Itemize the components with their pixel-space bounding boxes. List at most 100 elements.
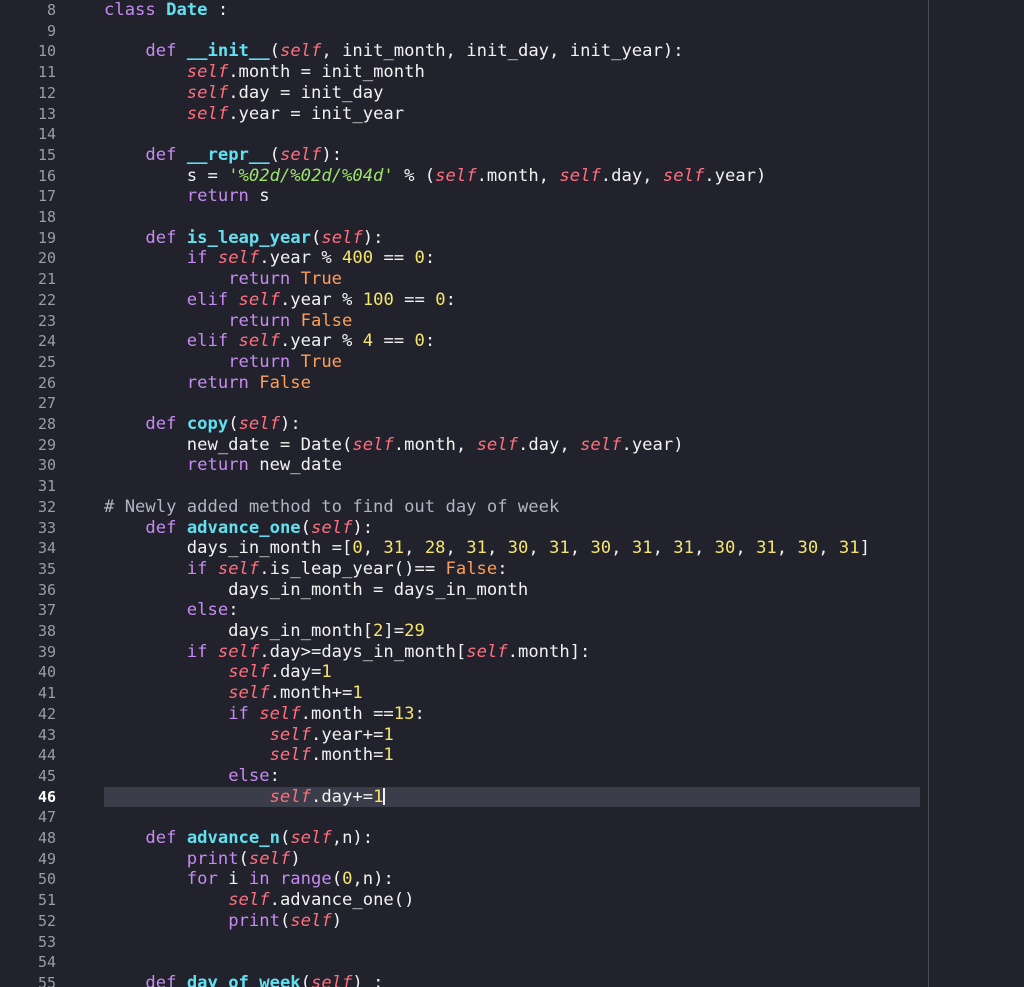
code-line[interactable]: def copy(self):	[104, 414, 300, 435]
code-area[interactable]: class Date : def __init__(self, init_mon…	[104, 0, 924, 987]
code-token: self	[217, 558, 260, 579]
code-line[interactable]: def day_of_week(self) :	[104, 973, 383, 987]
code-token: # Newly added method to find out day of …	[104, 496, 560, 517]
code-token: .year)	[704, 165, 767, 186]
code-token: self	[311, 517, 353, 538]
code-line[interactable]: def advance_n(self,n):	[104, 828, 373, 849]
line-number: 33	[37, 518, 56, 537]
code-line[interactable]: return new_date	[104, 455, 342, 476]
code-token: False	[259, 372, 311, 393]
code-line[interactable]: else:	[104, 766, 280, 787]
code-token: .month,	[393, 434, 477, 455]
code-line[interactable]: def is_leap_year(self):	[104, 228, 383, 249]
code-line[interactable]: else:	[104, 600, 239, 621]
code-token: self	[559, 165, 601, 186]
code-line[interactable]: return False	[104, 311, 352, 332]
code-line[interactable]: days_in_month[2]=29	[104, 621, 425, 642]
current-code-line[interactable]: self.day+=1	[104, 786, 920, 808]
line-number: 21	[37, 270, 56, 289]
code-token: 2	[373, 621, 384, 641]
code-line[interactable]: return True	[104, 352, 342, 373]
code-token: ,	[404, 538, 425, 559]
code-line[interactable]: print(self)	[104, 911, 342, 932]
code-token: self	[228, 683, 270, 704]
code-line[interactable]: return s	[104, 186, 270, 207]
code-line[interactable]: self.month = init_month	[104, 62, 425, 83]
code-line[interactable]: def __init__(self, init_month, init_day,…	[104, 41, 684, 62]
code-line[interactable]: # Newly added method to find out day of …	[104, 497, 559, 518]
code-line[interactable]: days_in_month = days_in_month	[104, 580, 528, 601]
line-number: 49	[37, 849, 56, 868]
code-token: .year = init_year	[228, 103, 405, 124]
code-line[interactable]: def __repr__(self):	[104, 145, 342, 166]
code-token: .day=	[269, 662, 322, 683]
code-token: return	[186, 372, 260, 393]
code-line[interactable]: elif self.year % 100 == 0:	[104, 290, 456, 311]
line-number: 41	[37, 684, 56, 703]
code-token: 0	[352, 538, 363, 559]
code-token: 31	[756, 538, 777, 559]
line-number: 48	[37, 829, 56, 847]
code-line[interactable]: return False	[104, 373, 311, 394]
code-token: ):	[362, 227, 384, 248]
code-line[interactable]: days_in_month =[0, 31, 28, 31, 30, 31, 3…	[104, 538, 870, 559]
code-line[interactable]: return True	[104, 269, 342, 290]
code-token: False	[300, 310, 353, 331]
code-token: self	[259, 703, 301, 724]
code-token: range	[279, 869, 332, 890]
code-token: True	[300, 351, 343, 372]
code-line[interactable]: self.day = init_day	[104, 83, 384, 104]
code-token: in	[248, 869, 270, 890]
code-token: ,	[528, 538, 550, 559]
code-token: :	[414, 703, 425, 724]
code-line[interactable]: self.day=1	[104, 662, 332, 683]
line-number: 35	[37, 559, 56, 578]
line-number: 37	[37, 601, 56, 620]
code-line[interactable]: self.month+=1	[104, 683, 363, 704]
code-line[interactable]: new_date = Date(self.month, self.day, se…	[104, 435, 684, 456]
code-line[interactable]: for i in range(0,n):	[104, 869, 394, 890]
code-line[interactable]: if self.year % 400 == 0:	[104, 248, 435, 269]
code-token: ,	[611, 538, 632, 559]
code-token: new_date	[248, 455, 343, 476]
code-line[interactable]: s = '%02d/%02d/%04d' % (self.month, self…	[104, 165, 767, 187]
code-line[interactable]: if self.is_leap_year()== False:	[104, 559, 508, 580]
code-token: :	[445, 289, 456, 310]
code-token: .day>=days_in_month[	[259, 641, 467, 662]
code-line[interactable]: elif self.year % 4 == 0:	[104, 331, 435, 352]
code-line[interactable]: if self.month ==13:	[104, 704, 425, 725]
code-token: self	[228, 662, 270, 683]
code-token: 30	[507, 538, 529, 559]
code-token: .advance_one()	[269, 890, 415, 911]
code-editor[interactable]: 8 9 10 11 12 13 14 15 16 17 18 19 20 21 22 23 24 25 26 27 28…	[0, 0, 1024, 987]
code-token: 1	[383, 724, 394, 745]
code-token: self	[186, 103, 229, 124]
code-token: .is_leap_year()==	[259, 558, 446, 579]
line-number: 12	[37, 83, 56, 102]
line-number: 16	[37, 166, 56, 185]
code-token: , init_month, init_day, init_year):	[321, 41, 684, 62]
code-line[interactable]: def advance_one(self):	[104, 518, 373, 539]
line-number: 18	[37, 208, 56, 226]
line-number: 34	[37, 539, 56, 558]
code-token: ,	[652, 538, 674, 559]
code-token: 30	[590, 538, 612, 559]
code-token: ,	[445, 538, 467, 559]
code-token: self	[580, 434, 622, 455]
code-line[interactable]: class Date :	[104, 0, 228, 21]
code-line[interactable]: self.advance_one()	[104, 890, 414, 911]
code-token: 28	[424, 538, 446, 559]
code-line[interactable]: self.month=1	[104, 745, 394, 766]
code-line[interactable]: print(self)	[104, 849, 301, 870]
code-token: ,	[735, 538, 757, 559]
code-line[interactable]: self.year = init_year	[104, 104, 404, 125]
code-line[interactable]: self.year+=1	[104, 725, 394, 746]
code-line[interactable]: if self.day>=days_in_month[self.month]:	[104, 641, 591, 663]
code-token: days_in_month[	[104, 621, 374, 641]
